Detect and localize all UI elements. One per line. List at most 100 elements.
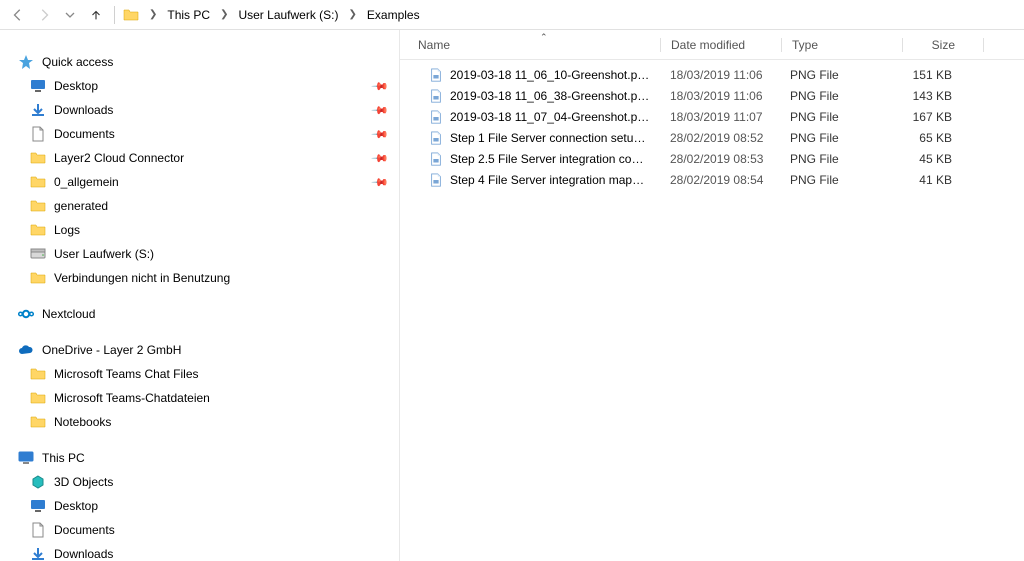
pin-icon: 📌: [371, 125, 390, 144]
sidebar-item[interactable]: 3D Objects: [0, 470, 399, 494]
forward-button[interactable]: [34, 5, 54, 25]
file-date: 18/03/2019 11:06: [660, 68, 780, 82]
sidebar-item[interactable]: Desktop: [0, 494, 399, 518]
desktop-icon: [30, 78, 46, 94]
file-size: 41 KB: [900, 173, 980, 187]
sidebar-item-label: Microsoft Teams Chat Files: [54, 367, 199, 381]
sidebar-item-label: Microsoft Teams-Chatdateien: [54, 391, 210, 405]
sidebar-item[interactable]: Desktop📌: [0, 74, 399, 98]
desktop-icon: [30, 498, 46, 514]
sidebar-item-label: Documents: [54, 127, 115, 141]
breadcrumb[interactable]: ❯ This PC ❯ User Laufwerk (S:) ❯ Example…: [145, 6, 424, 24]
chevron-right-icon[interactable]: ❯: [345, 9, 361, 20]
file-row[interactable]: 2019-03-18 11_06_38-Greenshot.png18/03/2…: [400, 85, 1024, 106]
sidebar-item-this-pc[interactable]: This PC: [0, 446, 399, 470]
file-row[interactable]: Step 2.5 File Server integration connect…: [400, 148, 1024, 169]
sidebar-item-label: 3D Objects: [54, 475, 113, 489]
pin-icon: 📌: [371, 77, 390, 96]
sidebar-item[interactable]: Logs: [0, 218, 399, 242]
navigation-pane: Quick access Desktop📌Downloads📌Documents…: [0, 30, 400, 561]
pin-icon: 📌: [371, 101, 390, 120]
sidebar-item[interactable]: Microsoft Teams Chat Files: [0, 362, 399, 386]
sidebar-item[interactable]: Downloads 📌: [0, 98, 399, 122]
downloads-icon: [30, 102, 46, 118]
sidebar-item-label: OneDrive - Layer 2 GmbH: [42, 343, 181, 357]
breadcrumb-item[interactable]: This PC: [163, 6, 214, 24]
file-name: Step 1 File Server connection setup.png: [450, 131, 650, 145]
sidebar-item[interactable]: User Laufwerk (S:): [0, 242, 399, 266]
downloads-icon: [30, 546, 46, 561]
back-button[interactable]: [8, 5, 28, 25]
png-file-icon: [428, 88, 444, 104]
sidebar-item[interactable]: Notebooks: [0, 410, 399, 434]
documents-icon: [30, 522, 46, 538]
file-date: 28/02/2019 08:52: [660, 131, 780, 145]
file-date: 18/03/2019 11:06: [660, 89, 780, 103]
breadcrumb-item[interactable]: Examples: [363, 6, 424, 24]
this-pc-group: This PC 3D Objects DesktopDocuments Downlo…: [0, 446, 399, 561]
this-pc-icon: [18, 450, 34, 466]
sidebar-item-label: User Laufwerk (S:): [54, 247, 154, 261]
chevron-right-icon[interactable]: ❯: [145, 9, 161, 20]
sidebar-item-label: Layer2 Cloud Connector: [54, 151, 184, 165]
png-file-icon: [428, 130, 444, 146]
file-row[interactable]: Step 4 File Server integration mapping.p…: [400, 169, 1024, 190]
sidebar-item[interactable]: Microsoft Teams-Chatdateien: [0, 386, 399, 410]
file-type: PNG File: [780, 131, 900, 145]
onedrive-group: OneDrive - Layer 2 GmbH Microsoft Teams …: [0, 338, 399, 434]
folder-icon: [30, 150, 46, 166]
file-size: 167 KB: [900, 110, 980, 124]
sidebar-item[interactable]: Documents: [0, 518, 399, 542]
3d-icon: [30, 474, 46, 490]
file-list-body: 2019-03-18 11_06_10-Greenshot.png18/03/2…: [400, 60, 1024, 190]
sidebar-item-label: Verbindungen nicht in Benutzung: [54, 271, 230, 285]
up-button[interactable]: [86, 5, 106, 25]
sidebar-item-label: Nextcloud: [42, 307, 95, 321]
sidebar-item[interactable]: 0_allgemein📌: [0, 170, 399, 194]
file-row[interactable]: 2019-03-18 11_07_04-Greenshot.png18/03/2…: [400, 106, 1024, 127]
chevron-right-icon[interactable]: ❯: [216, 9, 232, 20]
sidebar-item-nextcloud[interactable]: Nextcloud: [0, 302, 399, 326]
pin-icon: 📌: [371, 173, 390, 192]
recent-locations-button[interactable]: [60, 5, 80, 25]
folder-icon: [30, 222, 46, 238]
onedrive-icon: [18, 342, 34, 358]
address-bar: ❯ This PC ❯ User Laufwerk (S:) ❯ Example…: [0, 0, 1024, 30]
sidebar-item[interactable]: Documents 📌: [0, 122, 399, 146]
file-date: 28/02/2019 08:54: [660, 173, 780, 187]
file-name: 2019-03-18 11_07_04-Greenshot.png: [450, 110, 650, 124]
file-row[interactable]: Step 1 File Server connection setup.png 2…: [400, 127, 1024, 148]
sidebar-item-label: Downloads: [54, 103, 113, 117]
file-type: PNG File: [780, 89, 900, 103]
sidebar-item-label: Downloads: [54, 547, 113, 561]
nextcloud-group: Nextcloud: [0, 302, 399, 326]
folder-icon: [30, 270, 46, 286]
sidebar-item-label: This PC: [42, 451, 85, 465]
folder-icon: [30, 174, 46, 190]
file-list: ⌃ Name Date modified Type Size 2019-03-1…: [400, 30, 1024, 561]
folder-icon: [30, 390, 46, 406]
column-header-date[interactable]: Date modified: [661, 38, 781, 52]
sidebar-item[interactable]: Downloads: [0, 542, 399, 561]
breadcrumb-item[interactable]: User Laufwerk (S:): [234, 6, 342, 24]
file-name: Step 4 File Server integration mapping.p…: [450, 173, 650, 187]
file-row[interactable]: 2019-03-18 11_06_10-Greenshot.png18/03/2…: [400, 64, 1024, 85]
drive-icon: [30, 246, 46, 262]
column-header-name[interactable]: Name: [400, 38, 660, 52]
column-header-type[interactable]: Type: [782, 38, 902, 52]
file-date: 28/02/2019 08:53: [660, 152, 780, 166]
sidebar-item[interactable]: Layer2 Cloud Connector📌: [0, 146, 399, 170]
sidebar-item[interactable]: generated: [0, 194, 399, 218]
file-size: 45 KB: [900, 152, 980, 166]
folder-icon: [30, 414, 46, 430]
sidebar-item-quick-access[interactable]: Quick access: [0, 50, 399, 74]
file-type: PNG File: [780, 68, 900, 82]
png-file-icon: [428, 109, 444, 125]
column-headers: ⌃ Name Date modified Type Size: [400, 30, 1024, 60]
current-folder-icon[interactable]: [123, 7, 139, 23]
png-file-icon: [428, 172, 444, 188]
sidebar-item-label: Quick access: [42, 55, 113, 69]
sidebar-item-onedrive[interactable]: OneDrive - Layer 2 GmbH: [0, 338, 399, 362]
column-header-size[interactable]: Size: [903, 38, 983, 52]
sidebar-item[interactable]: Verbindungen nicht in Benutzung: [0, 266, 399, 290]
